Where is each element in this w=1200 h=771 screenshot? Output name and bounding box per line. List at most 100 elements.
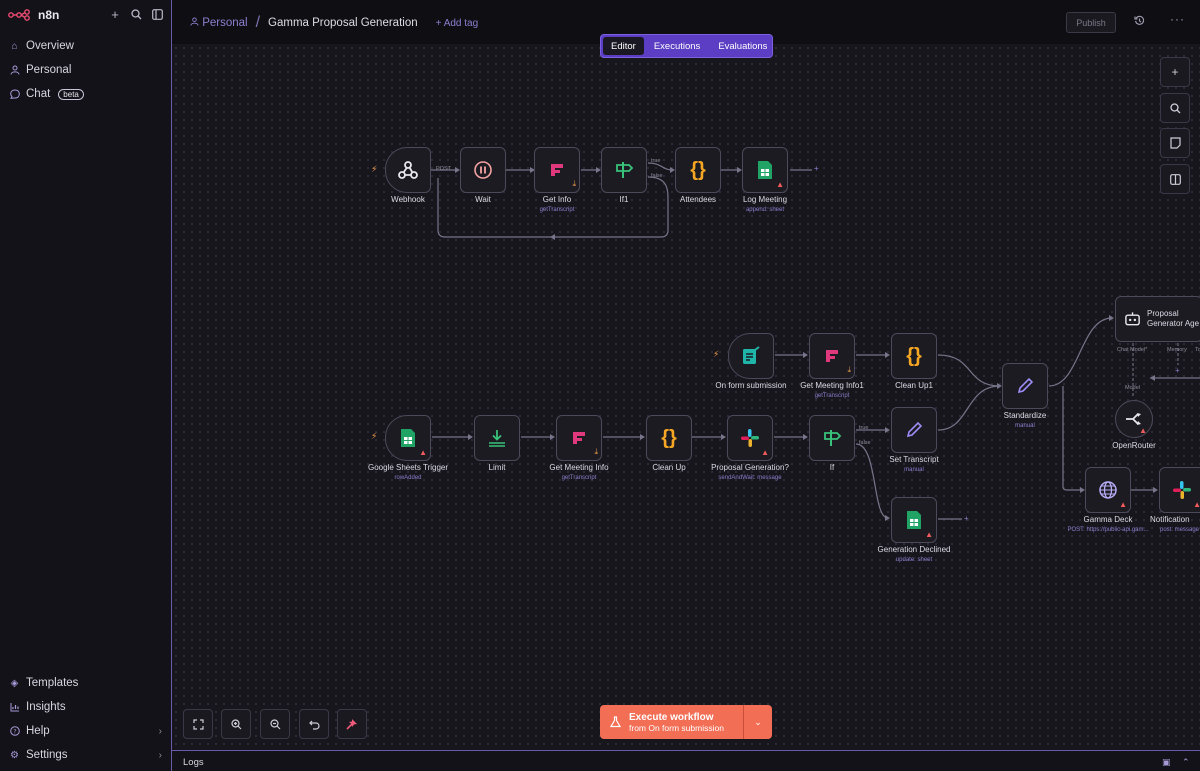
add-memory-plus-icon[interactable]: + <box>1175 366 1180 375</box>
download-icon: ⤓ <box>594 447 598 456</box>
code-braces-icon: {} <box>661 426 677 449</box>
tidy-up-button[interactable] <box>337 709 367 739</box>
node-subtitle: manual <box>1015 423 1035 429</box>
chevron-down-icon: ⌄ <box>754 716 762 727</box>
fireflies-icon <box>573 432 585 444</box>
node-on-form-submission[interactable] <box>728 333 774 379</box>
warning-icon: ▲ <box>761 448 769 457</box>
sidebar-item-help[interactable]: ? Help › <box>0 719 172 743</box>
search-nodes-button[interactable] <box>1160 93 1190 123</box>
node-attendees[interactable]: {} <box>675 147 721 193</box>
fit-view-button[interactable] <box>183 709 213 739</box>
limit-icon <box>489 430 505 447</box>
zoom-in-icon <box>230 718 241 729</box>
breadcrumb-separator: / <box>255 14 261 31</box>
logs-expand-icon[interactable]: ⌃ <box>1182 757 1190 768</box>
node-wait[interactable] <box>460 147 506 193</box>
sidebar-item-label: Help <box>26 725 50 737</box>
node-gamma-deck[interactable]: ▲ <box>1085 467 1131 513</box>
breadcrumb-project[interactable]: Personal <box>190 17 248 29</box>
form-icon <box>743 346 760 364</box>
execute-options-button[interactable]: ⌄ <box>743 705 772 739</box>
node-clean-up1[interactable]: {} <box>891 333 937 379</box>
node-label: Set Transcript <box>889 455 939 464</box>
node-notification[interactable]: ▲ <box>1159 467 1200 513</box>
undo-button[interactable] <box>299 709 329 739</box>
tab-editor[interactable]: Editor <box>603 37 644 55</box>
fireflies-icon <box>826 350 838 362</box>
chevron-right-icon: › <box>158 749 162 761</box>
sidebar-item-label: Overview <box>26 40 74 52</box>
node-if1[interactable] <box>601 147 647 193</box>
sidebar-item-personal[interactable]: Personal <box>0 58 172 82</box>
logs-dock-icon[interactable]: ▣ <box>1162 757 1171 768</box>
node-subtitle: sendAndWait: message <box>718 475 782 481</box>
edge-label-model: Model <box>1125 385 1140 391</box>
search-icon <box>1169 102 1180 113</box>
sidebar-item-overview[interactable]: ⌂ Overview <box>0 34 172 58</box>
add-node-plus-icon[interactable]: + <box>964 514 969 523</box>
add-tag-button[interactable]: + Add tag <box>436 18 479 29</box>
node-if[interactable] <box>809 415 855 461</box>
add-node-button[interactable]: + <box>1160 57 1190 87</box>
sidebar-item-chat[interactable]: Chat beta <box>0 82 172 106</box>
node-clean-up[interactable]: {} <box>646 415 692 461</box>
zoom-out-icon <box>269 718 280 729</box>
node-label: Notification <box>1150 515 1190 524</box>
sidebar-item-settings[interactable]: ⚙ Settings › <box>0 743 172 767</box>
sidebar-top-nav: ⌂ Overview Personal Chat beta <box>0 34 172 106</box>
node-log-meeting[interactable]: ▲ <box>742 147 788 193</box>
beta-badge: beta <box>58 88 84 100</box>
app-root: n8n + ⌂ Overview Personal Chat beta ◈ Te… <box>0 0 1200 771</box>
user-icon <box>190 17 199 26</box>
node-proposal-generator-agent[interactable]: Proposal Generator Age <box>1115 296 1200 342</box>
node-webhook[interactable] <box>385 147 431 193</box>
node-label: Clean Up1 <box>895 381 933 390</box>
sidebar-toggle-icon[interactable] <box>151 7 163 21</box>
execute-workflow-button[interactable]: Execute workflow from On form submission <box>600 705 743 739</box>
node-get-info[interactable]: ⤓ <box>534 147 580 193</box>
pencil-icon <box>1017 377 1034 394</box>
workflow-name[interactable]: Gamma Proposal Generation <box>268 17 418 29</box>
brand-name: n8n <box>38 8 60 22</box>
search-icon[interactable] <box>130 7 142 21</box>
slack-icon <box>741 429 759 447</box>
more-options-icon[interactable]: ··· <box>1170 12 1185 26</box>
zoom-in-button[interactable] <box>221 709 251 739</box>
download-icon: ⤓ <box>572 179 576 188</box>
globe-icon <box>1099 481 1117 499</box>
node-proposal-generation[interactable]: ▲ <box>727 415 773 461</box>
warning-icon: ▲ <box>1139 426 1147 435</box>
publish-button[interactable]: Publish <box>1066 12 1116 33</box>
warning-icon: ▲ <box>1119 500 1127 509</box>
node-label: Proposal Generator Age <box>1147 309 1200 328</box>
node-get-meeting-info1[interactable]: ⤓ <box>809 333 855 379</box>
edge-label-tool: To <box>1195 347 1200 353</box>
tab-executions[interactable]: Executions <box>646 37 708 55</box>
history-icon[interactable] <box>1134 15 1145 29</box>
node-limit[interactable] <box>474 415 520 461</box>
toggle-panel-button[interactable] <box>1160 164 1190 194</box>
tab-evaluations[interactable]: Evaluations <box>710 37 775 55</box>
logs-panel[interactable]: Logs ▣ ⌃ <box>172 750 1200 771</box>
node-get-meeting-info[interactable]: ⤓ <box>556 415 602 461</box>
node-openrouter[interactable]: ▲ <box>1115 400 1153 438</box>
if-signpost-icon <box>824 430 842 446</box>
node-standardize[interactable] <box>1002 363 1048 409</box>
zoom-out-button[interactable] <box>260 709 290 739</box>
sidebar-item-insights[interactable]: Insights <box>0 695 172 719</box>
google-sheets-icon <box>758 161 772 179</box>
node-subtitle: getTranscript <box>814 393 850 399</box>
node-set-transcript[interactable] <box>891 407 937 453</box>
fireflies-icon <box>551 164 563 176</box>
node-google-sheets-trigger[interactable]: ▲ <box>385 415 431 461</box>
google-sheets-icon <box>907 511 921 529</box>
sticky-note-button[interactable] <box>1160 128 1190 158</box>
sidebar-item-label: Personal <box>26 64 72 76</box>
plus-icon[interactable]: + <box>109 7 121 22</box>
openrouter-icon <box>1126 413 1141 425</box>
brand-logo[interactable]: n8n <box>8 7 59 23</box>
node-generation-declined[interactable]: ▲ <box>891 497 937 543</box>
add-node-plus-icon[interactable]: + <box>814 164 819 173</box>
sidebar-item-templates[interactable]: ◈ Templates <box>0 671 172 695</box>
